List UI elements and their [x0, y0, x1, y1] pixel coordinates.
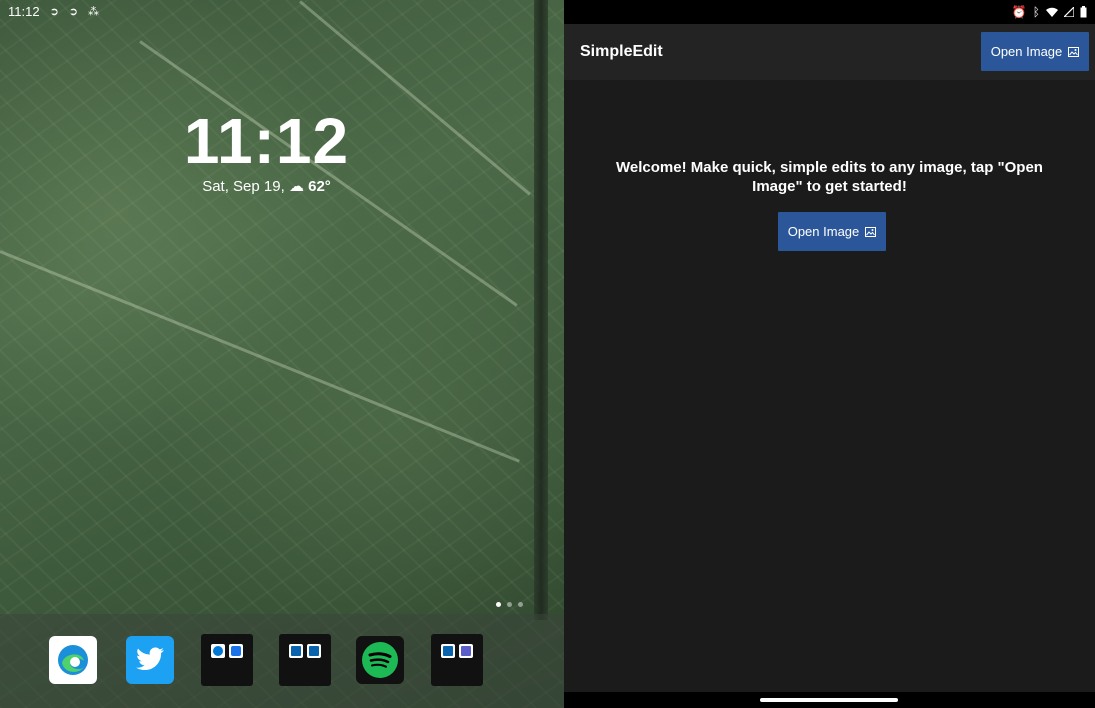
- page-indicator: [496, 602, 523, 607]
- image-icon: [1068, 46, 1080, 57]
- notification-icon: ➲: [68, 5, 79, 18]
- temperature: 62°: [308, 178, 331, 195]
- alarm-icon: ⏰: [1011, 5, 1027, 19]
- messages-icon: [229, 644, 243, 658]
- battery-icon: [1080, 6, 1087, 18]
- status-time: 11:12: [8, 3, 40, 19]
- open-image-label: Open Image: [990, 44, 1063, 59]
- app-pair-icon[interactable]: [201, 634, 253, 686]
- spotify-logo: [362, 642, 398, 678]
- open-image-button[interactable]: Open Image: [778, 212, 886, 251]
- cloud-icon: ☁: [288, 178, 309, 195]
- welcome-message: Welcome! Make quick, simple edits to any…: [616, 159, 1043, 195]
- navigation-bar: [564, 692, 1095, 708]
- status-bar-right: ⏰ ᛒ: [564, 0, 1095, 24]
- home-date[interactable]: Sat, Sep 19, ☁ 62°: [0, 177, 533, 195]
- page-dot: [507, 602, 512, 607]
- open-image-label: Open Image: [787, 224, 860, 239]
- edge-logo: [58, 645, 88, 675]
- leaf-vein: [0, 250, 520, 463]
- page-dot: [518, 602, 523, 607]
- open-image-button-toolbar[interactable]: Open Image: [981, 32, 1089, 71]
- app-pair-icon[interactable]: [279, 634, 331, 686]
- outlook-icon: [441, 644, 455, 658]
- image-icon: [865, 226, 877, 237]
- status-bar-left: 11:12 ➲ ➲ ⁂: [0, 0, 564, 22]
- page-dot: [496, 602, 501, 607]
- outlook-icon: [307, 644, 321, 658]
- signal-icon: [1064, 7, 1074, 17]
- edge-icon[interactable]: [49, 636, 97, 684]
- twitter-bird: [136, 647, 164, 671]
- spotify-icon[interactable]: [356, 636, 404, 684]
- teams-icon: [459, 644, 473, 658]
- date-text: Sat, Sep 19,: [202, 178, 285, 195]
- home-clock[interactable]: 11:12: [0, 104, 533, 178]
- simpleedit-app: ⏰ ᛒ SimpleEdit Open Image Welcome! Make …: [564, 0, 1095, 708]
- gesture-handle[interactable]: [760, 698, 898, 702]
- skype-icon: [211, 644, 225, 658]
- app-title: SimpleEdit: [580, 43, 663, 60]
- outlook-icon: [289, 644, 303, 658]
- notification-icon: ➲: [49, 5, 59, 18]
- twitter-icon[interactable]: [126, 636, 174, 684]
- home-screen: 11:12 ➲ ➲ ⁂ 11:12 Sat, Sep 19, ☁ 62°: [0, 0, 564, 708]
- leaf-midrib: [534, 0, 548, 620]
- dots-icon: ⁂: [88, 5, 100, 18]
- wifi-icon: [1046, 7, 1058, 17]
- bluetooth-icon: ᛒ: [1032, 5, 1040, 19]
- app-pair-icon[interactable]: [431, 634, 483, 686]
